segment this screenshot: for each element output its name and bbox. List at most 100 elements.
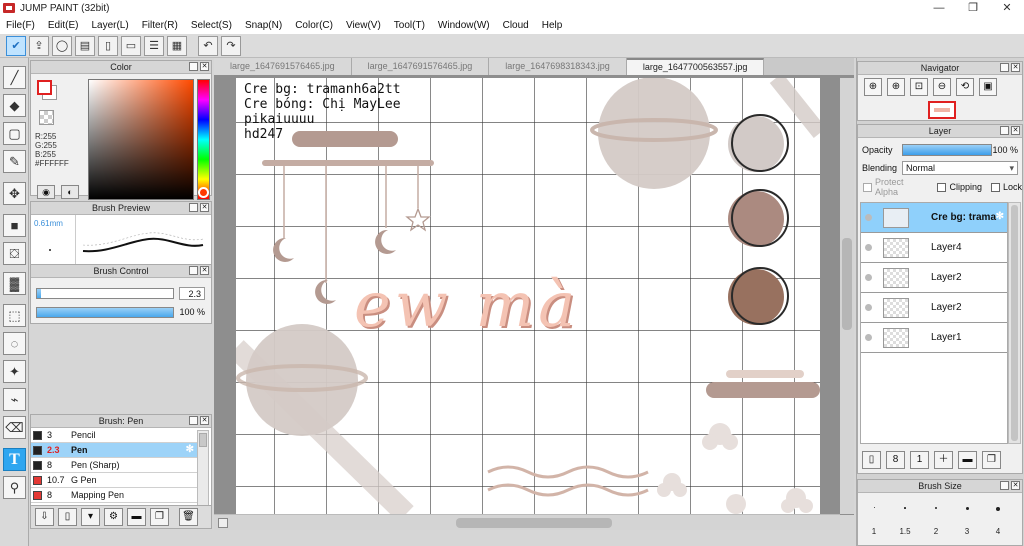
list-icon[interactable]: ☰ (144, 35, 164, 56)
panel-close-icon[interactable]: ✕ (200, 203, 209, 212)
panel-close-icon[interactable]: ✕ (200, 416, 209, 425)
panel-close-icon[interactable]: ✕ (1011, 63, 1020, 72)
panel-close-icon[interactable]: ✕ (200, 266, 209, 275)
protect-alpha-checkbox[interactable] (863, 182, 872, 192)
gradient-tool-icon[interactable]: ▓ (3, 272, 26, 295)
panel-close-icon[interactable]: ✕ (200, 62, 209, 71)
folder-icon[interactable]: ▬ (127, 508, 146, 526)
menu-view[interactable]: View(V) (346, 20, 381, 31)
menu-help[interactable]: Help (542, 20, 563, 31)
menu-cloud[interactable]: Cloud (503, 20, 529, 31)
menu-edit[interactable]: Edit(E) (48, 20, 79, 31)
menu-window[interactable]: Window(W) (438, 20, 490, 31)
vertical-scroll-thumb[interactable] (842, 238, 852, 330)
restore-button[interactable]: ❐ (956, 0, 990, 16)
panel-close-icon[interactable]: ✕ (1011, 126, 1020, 135)
panel-float-icon[interactable] (189, 62, 198, 71)
minimize-button[interactable]: — (922, 0, 956, 16)
menu-file[interactable]: File(F) (6, 20, 35, 31)
brush-size-option[interactable]: 1 (861, 496, 887, 536)
select-eraser-tool-icon[interactable]: ⌫ (3, 416, 26, 439)
layer-visibility-icon[interactable] (865, 304, 872, 311)
panel-float-icon[interactable] (189, 266, 198, 275)
layer-opacity-slider[interactable] (902, 144, 992, 156)
layer-visibility-icon[interactable] (865, 214, 872, 221)
close-button[interactable]: ✕ (990, 0, 1024, 16)
brush-item[interactable]: 10.7 G Pen (31, 473, 197, 488)
brush-size-option[interactable]: 1.5 (892, 496, 918, 536)
drawing-canvas[interactable]: Cre bg: tramanh6a2tt Cre bóng: Chị MayLe… (236, 78, 820, 514)
duplicate-brush-icon[interactable]: ❐ (150, 508, 169, 526)
brush-opacity-slider[interactable] (36, 307, 174, 318)
new-layer-8bit-icon[interactable]: 8 (886, 451, 905, 469)
zoom-in-icon[interactable]: ⊕ (864, 78, 882, 96)
navigator-thumbnail[interactable] (928, 101, 956, 119)
brush-tool-icon[interactable]: ╱ (3, 66, 26, 89)
page-icon[interactable]: ▯ (98, 35, 118, 56)
new-layer-icon[interactable]: ▯ (862, 451, 881, 469)
brush-menu-icon[interactable]: ▾ (81, 508, 100, 526)
marquee-tool-icon[interactable]: ⬚ (3, 304, 26, 327)
document-tab[interactable]: large_1647691576465.jpg (214, 58, 352, 75)
hue-slider-knob[interactable] (198, 187, 209, 198)
layer-row[interactable]: Cre bg: trama ✻ (861, 203, 1007, 233)
panel-float-icon[interactable] (1000, 63, 1009, 72)
layer-row[interactable]: Layer2 (861, 293, 1007, 323)
brush-size-slider[interactable] (36, 288, 174, 299)
clipping-checkbox[interactable] (937, 182, 947, 192)
pages-icon[interactable]: ▭ (121, 35, 141, 56)
layer-row[interactable]: Layer2 (861, 263, 1007, 293)
layer-row[interactable]: Layer1 (861, 323, 1007, 353)
gear-icon[interactable]: ✻ (996, 211, 1004, 222)
add-layer-menu-icon[interactable]: ＋ (934, 451, 953, 469)
actual-size-icon[interactable]: ▣ (979, 78, 997, 96)
zoom-in-more-icon[interactable]: ⊕ (887, 78, 905, 96)
eyedropper-tool-icon[interactable]: ⚲ (3, 476, 26, 499)
brush-size-option[interactable]: 3 (954, 496, 980, 536)
brush-item[interactable]: 8 Mapping Pen (31, 488, 197, 503)
color-mixer-button[interactable]: ◐ (61, 185, 79, 199)
canvas-horizontal-scrollbar[interactable] (214, 514, 840, 530)
layer-visibility-icon[interactable] (865, 334, 872, 341)
brush-size-option[interactable]: 2 (923, 496, 949, 536)
panel-close-icon[interactable]: ✕ (1011, 481, 1020, 490)
eraser-tool-icon[interactable]: ◆ (3, 94, 26, 117)
magic-wand-tool-icon[interactable]: ✦ (3, 360, 26, 383)
menu-select[interactable]: Select(S) (191, 20, 232, 31)
move-tool-icon[interactable]: ✥ (3, 182, 26, 205)
chat-icon[interactable]: ▤ (75, 35, 95, 56)
brush-settings-icon[interactable]: ⚙ (104, 508, 123, 526)
new-brush-icon[interactable]: ▯ (58, 508, 77, 526)
redo-icon[interactable]: ↷ (221, 35, 241, 56)
canvas-vertical-scrollbar[interactable] (840, 78, 854, 514)
transparent-color-swatch[interactable] (39, 110, 54, 125)
lasso-tool-icon[interactable]: ◌ (3, 332, 26, 355)
new-layer-1bit-icon[interactable]: 1 (910, 451, 929, 469)
layer-list-scrollbar[interactable] (1008, 202, 1021, 444)
lock-checkbox[interactable] (990, 182, 1000, 192)
comment-icon[interactable]: ◯ (52, 35, 72, 56)
share-icon[interactable]: ⇪ (29, 35, 49, 56)
menu-layer[interactable]: Layer(L) (91, 20, 128, 31)
brush-item[interactable]: 8 Pen (Sharp) (31, 458, 197, 473)
brush-size-option[interactable]: 4 (985, 496, 1011, 536)
undo-icon[interactable]: ↶ (198, 35, 218, 56)
blending-select[interactable]: Normal (902, 161, 1018, 175)
zoom-out-icon[interactable]: ⊖ (933, 78, 951, 96)
bucket-tool-icon[interactable]: ⛋ (3, 242, 26, 265)
saturation-value-picker[interactable] (88, 79, 194, 200)
brush-list-scrollbar[interactable] (197, 430, 209, 512)
document-tab[interactable]: large_1647691576465.jpg (351, 58, 490, 75)
hue-slider[interactable] (197, 79, 210, 200)
menu-filter[interactable]: Filter(R) (142, 20, 178, 31)
brush-item[interactable]: 3 Pencil (31, 428, 197, 443)
brush-size-input[interactable]: 2.3 (179, 287, 205, 300)
check-icon[interactable]: ✔ (6, 35, 26, 56)
grid-icon[interactable]: ▦ (167, 35, 187, 56)
gear-icon[interactable]: ✻ (186, 444, 194, 455)
document-tab[interactable]: large_1647700563557.jpg (626, 58, 765, 75)
horizontal-scroll-thumb[interactable] (456, 518, 612, 528)
cloud-download-icon[interactable]: ⇩ (35, 508, 54, 526)
delete-brush-icon[interactable]: 🗑 (179, 508, 198, 526)
menu-color[interactable]: Color(C) (295, 20, 333, 31)
